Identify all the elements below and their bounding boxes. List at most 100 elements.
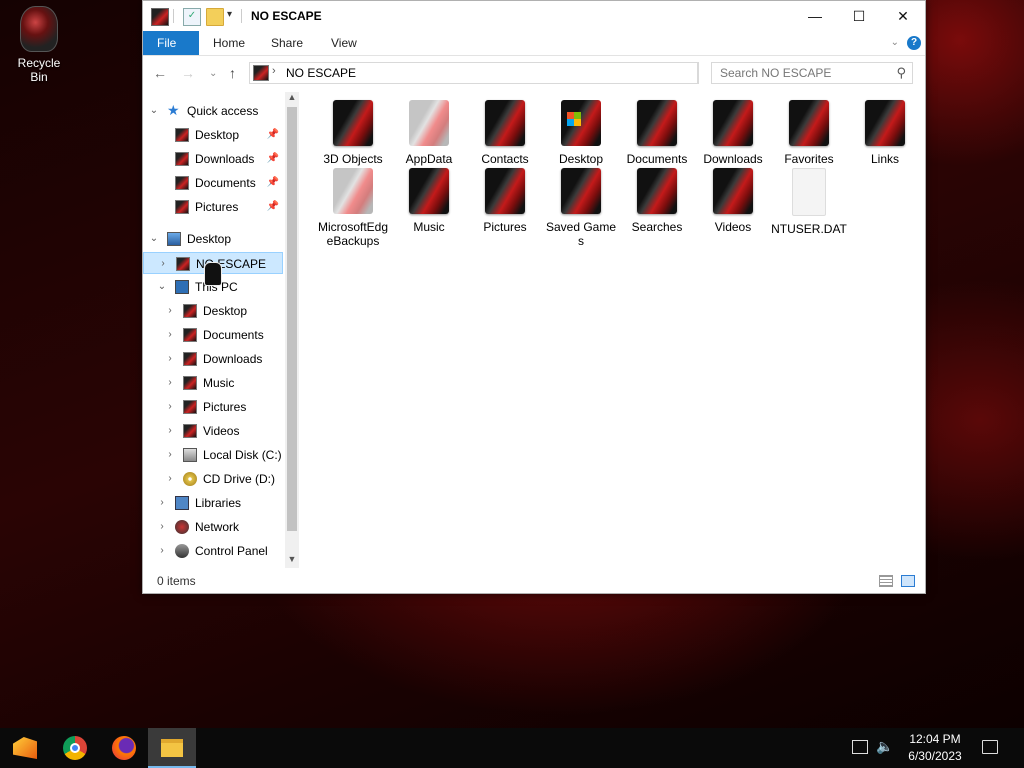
- folder-item[interactable]: NTUSER.DAT: [771, 162, 847, 236]
- expand-chevron-icon[interactable]: ›: [165, 372, 175, 394]
- volume-icon[interactable]: 🔈: [876, 738, 893, 755]
- collapse-chevron-icon[interactable]: ⌄: [157, 276, 167, 298]
- control-panel-icon: [175, 544, 189, 558]
- folder-icon: [865, 100, 905, 146]
- nav-tree-item[interactable]: › Documents: [143, 324, 283, 346]
- item-name: Links: [870, 152, 899, 166]
- properties-icon[interactable]: ✓: [183, 8, 201, 26]
- nav-tree-item[interactable]: ⌄ ★ Quick access: [143, 100, 283, 122]
- folder-item[interactable]: Music: [391, 162, 467, 234]
- folder-icon: [713, 100, 753, 146]
- recycle-bin-label: Recycle Bin: [17, 56, 61, 84]
- up-button[interactable]: ↑: [229, 65, 236, 81]
- expand-chevron-icon[interactable]: ›: [165, 444, 175, 466]
- search-input[interactable]: Search NO ESCAPE: [720, 66, 831, 80]
- taskbar-file-explorer[interactable]: [148, 728, 196, 768]
- help-icon[interactable]: ?: [907, 36, 921, 50]
- folder-item[interactable]: Videos: [695, 162, 771, 234]
- folder-item[interactable]: Documents: [619, 94, 695, 166]
- folder-icon: [409, 100, 449, 146]
- quick-access-dropdown-icon[interactable]: ▾: [227, 9, 232, 20]
- nav-tree-item[interactable]: Desktop 📌: [143, 124, 283, 146]
- scroll-up-arrow-icon[interactable]: ▲: [285, 92, 299, 106]
- nav-tree-item[interactable]: › Control Panel: [143, 540, 283, 562]
- expand-ribbon-icon[interactable]: ⌄: [891, 37, 899, 48]
- expand-chevron-icon[interactable]: ›: [165, 396, 175, 418]
- folder-icon: [637, 168, 677, 214]
- folder-item[interactable]: AppData: [391, 94, 467, 166]
- tab-view[interactable]: View: [317, 31, 371, 55]
- nav-tree-item[interactable]: Documents 📌: [143, 172, 283, 194]
- app-icon[interactable]: [151, 8, 169, 26]
- folder-item[interactable]: Links: [847, 94, 923, 166]
- details-view-icon[interactable]: [879, 575, 893, 587]
- expand-chevron-icon[interactable]: ›: [165, 468, 175, 490]
- nav-tree-item[interactable]: › Downloads: [143, 348, 283, 370]
- folder-item[interactable]: 3D Objects: [315, 94, 391, 166]
- title-bar[interactable]: ✓ ▾ NO ESCAPE — ☐ ✕: [143, 1, 925, 31]
- search-icon[interactable]: ⚲: [896, 65, 906, 81]
- tab-file[interactable]: File: [143, 31, 199, 55]
- nav-tree-item[interactable]: ⌄ Desktop: [143, 228, 283, 250]
- notifications-icon[interactable]: [982, 740, 998, 754]
- taskbar-chrome[interactable]: [50, 728, 98, 768]
- network-icon: [175, 520, 189, 534]
- scroll-down-arrow-icon[interactable]: ▼: [285, 554, 299, 568]
- new-folder-icon[interactable]: [206, 8, 224, 26]
- forward-button[interactable]: →: [181, 65, 195, 81]
- nav-tree-item[interactable]: › Libraries: [143, 492, 283, 514]
- back-button[interactable]: ←: [153, 65, 167, 81]
- address-bar[interactable]: › NO ESCAPE: [249, 62, 699, 84]
- clock[interactable]: 12:04 PM 6/30/2023: [898, 731, 972, 765]
- tab-home[interactable]: Home: [199, 31, 259, 55]
- expand-chevron-icon[interactable]: ›: [165, 324, 175, 346]
- network-icon[interactable]: [852, 740, 868, 754]
- nav-tree-item[interactable]: Downloads 📌: [143, 148, 283, 170]
- nav-tree-item[interactable]: › Network: [143, 516, 283, 538]
- search-box[interactable]: Search NO ESCAPE ⚲: [711, 62, 913, 84]
- folder-item[interactable]: MicrosoftEdgeBackups: [315, 162, 391, 248]
- folder-item[interactable]: Desktop: [543, 94, 619, 166]
- close-button[interactable]: ✕: [881, 1, 925, 31]
- large-icons-view-icon[interactable]: [901, 575, 915, 587]
- expand-chevron-icon[interactable]: ›: [165, 300, 175, 322]
- start-button[interactable]: [0, 728, 48, 768]
- nav-tree-item[interactable]: › CD Drive (D:): [143, 468, 283, 490]
- nav-tree-label: Videos: [203, 424, 240, 438]
- recent-locations-button[interactable]: ⌄: [209, 68, 217, 79]
- expand-chevron-icon[interactable]: ›: [157, 540, 167, 562]
- breadcrumb-item[interactable]: NO ESCAPE: [286, 66, 356, 80]
- folder-icon: [485, 168, 525, 214]
- breadcrumb-chevron-icon[interactable]: ›: [272, 65, 276, 77]
- folder-item[interactable]: Searches: [619, 162, 695, 234]
- nav-tree-item[interactable]: › Videos: [143, 420, 283, 442]
- recycle-bin[interactable]: Recycle Bin: [8, 6, 70, 84]
- taskbar-firefox[interactable]: [99, 728, 147, 768]
- nav-tree-label: Desktop: [187, 232, 232, 246]
- folder-item[interactable]: Contacts: [467, 94, 543, 166]
- folder-item[interactable]: Favorites: [771, 94, 847, 166]
- expand-chevron-icon[interactable]: ›: [157, 492, 167, 514]
- expand-chevron-icon[interactable]: ›: [157, 516, 167, 538]
- pictures-icon: [183, 400, 197, 414]
- folder-item[interactable]: Downloads: [695, 94, 771, 166]
- collapse-chevron-icon[interactable]: ⌄: [149, 228, 159, 250]
- nav-tree-item[interactable]: › Music: [143, 372, 283, 394]
- navigation-pane: ⌄ ★ Quick access Desktop 📌 Downloads 📌 Document…: [143, 90, 299, 568]
- nav-tree-item[interactable]: Pictures 📌: [143, 196, 283, 218]
- nav-scrollbar-thumb[interactable]: [287, 107, 297, 531]
- expand-chevron-icon[interactable]: ›: [165, 348, 175, 370]
- collapse-chevron-icon[interactable]: ⌄: [149, 100, 159, 122]
- nav-tree-item[interactable]: › Desktop: [143, 300, 283, 322]
- folder-item[interactable]: Pictures: [467, 162, 543, 234]
- tab-share[interactable]: Share: [257, 31, 317, 55]
- minimize-button[interactable]: —: [793, 1, 837, 31]
- downloads-icon: [183, 352, 197, 366]
- expand-chevron-icon[interactable]: ›: [165, 420, 175, 442]
- folder-item[interactable]: Saved Games: [543, 162, 619, 248]
- address-dropdown-button[interactable]: [681, 62, 698, 84]
- nav-tree-item[interactable]: › Local Disk (C:): [143, 444, 283, 466]
- expand-chevron-icon[interactable]: ›: [158, 253, 168, 275]
- nav-tree-item[interactable]: › Pictures: [143, 396, 283, 418]
- maximize-button[interactable]: ☐: [837, 1, 881, 31]
